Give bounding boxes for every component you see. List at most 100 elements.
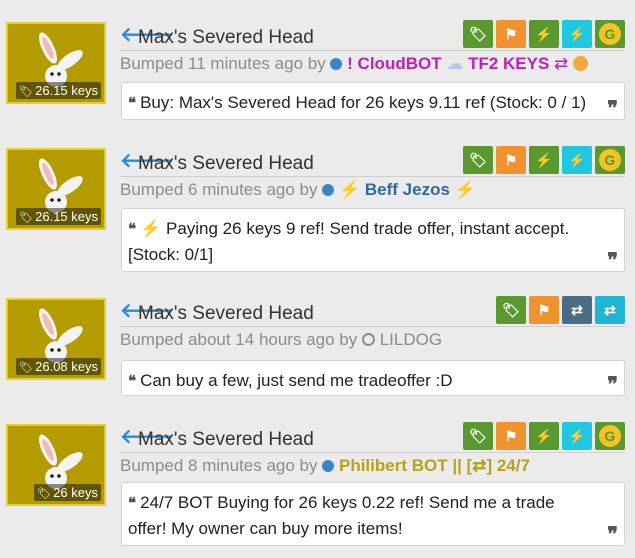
- quote-close-icon: ❞: [607, 98, 618, 120]
- g-button[interactable]: G: [595, 20, 625, 48]
- bolt-button[interactable]: ⚡: [562, 146, 592, 174]
- tag-icon: 🏷: [469, 151, 487, 168]
- g-button[interactable]: G: [595, 146, 625, 174]
- coin-icon: [573, 56, 589, 71]
- tag-icon: 🏷: [19, 86, 34, 98]
- message-box: ❝ Can buy a few, just send me tradeoffer …: [121, 360, 625, 396]
- flag-icon: ⚑: [504, 427, 518, 444]
- bolt-icon: ⚡: [568, 25, 586, 42]
- bolt-icon: ⚡: [535, 151, 553, 168]
- message-box: ❝ Buy: Max's Severed Head for 26 keys 9.1…: [121, 82, 625, 120]
- status-dot-icon: [322, 460, 335, 472]
- tag-icon: 🏷: [37, 488, 52, 500]
- message-text: 24/7 BOT Buying for 26 keys 0.22 ref! Se…: [128, 493, 555, 538]
- bump-text: Bumped 6 minutes ago by: [120, 180, 318, 199]
- bump-text: Bumped 8 minutes ago by: [120, 456, 318, 475]
- bolt-icon: ⚡: [535, 427, 553, 444]
- item-name[interactable]: Max's Severed Head: [138, 429, 314, 451]
- g-button[interactable]: G: [595, 422, 625, 450]
- quote-open-icon: ❝: [128, 221, 137, 238]
- status-dot-icon: [330, 58, 343, 70]
- tag-icon: 🏷: [19, 362, 34, 374]
- username[interactable]: ! CloudBOT: [347, 54, 441, 73]
- title-row: 🡐 Max's Severed Head 🏷 ⚑ ⇄ ⇄: [120, 296, 625, 327]
- username[interactable]: Philibert BOT || [⇄] 24/7: [339, 456, 530, 475]
- price-tag: 🏷 26.15 keys: [16, 82, 101, 99]
- username[interactable]: Beff Jezos: [365, 180, 450, 199]
- quote-open-icon: ❝: [128, 495, 137, 512]
- swap-button[interactable]: ⇄: [562, 296, 592, 324]
- username[interactable]: LILDOG: [380, 330, 442, 349]
- bolt-icon: ⚡: [454, 180, 476, 199]
- item-name[interactable]: Max's Severed Head: [138, 303, 314, 325]
- tag-icon: 🏷: [469, 25, 487, 42]
- message-box: ❝ 24/7 BOT Buying for 26 keys 0.22 ref! S…: [121, 482, 625, 546]
- item-icon[interactable]: 🏷 26.08 keys: [6, 298, 106, 380]
- username-suffix[interactable]: TF2 KEYS: [468, 54, 549, 73]
- item-name[interactable]: Max's Severed Head: [138, 153, 314, 175]
- tag-icon: 🏷: [502, 301, 520, 318]
- tag-button[interactable]: 🏷: [463, 422, 493, 450]
- price-tag: 🏷 26.15 keys: [16, 208, 101, 225]
- bolt-icon: ⚡: [338, 180, 361, 199]
- price-value: 26.08 keys: [35, 359, 98, 374]
- message-text: Buy: Max's Severed Head for 26 keys 9.11…: [140, 93, 587, 112]
- bolt-button[interactable]: ⚡: [529, 146, 559, 174]
- bump-text: Bumped about 14 hours ago by: [120, 330, 358, 349]
- flag-button[interactable]: ⚑: [529, 296, 559, 324]
- flag-button[interactable]: ⚑: [496, 146, 526, 174]
- title-row: 🡐 Max's Severed Head 🏷 ⚑ ⚡ ⚡ G: [120, 422, 625, 453]
- bump-row: Bumped 8 minutes ago by Philibert BOT ||…: [120, 456, 530, 476]
- item-name[interactable]: Max's Severed Head: [138, 27, 314, 49]
- tag-button[interactable]: 🏷: [463, 146, 493, 174]
- action-buttons: 🏷 ⚑ ⇄ ⇄: [496, 296, 625, 324]
- item-icon[interactable]: 🏷 26 keys: [6, 424, 106, 506]
- status-dot-icon: [322, 184, 335, 196]
- price-tag: 🏷 26 keys: [34, 484, 101, 501]
- price-tag: 🏷 26.08 keys: [16, 358, 101, 375]
- bolt-button[interactable]: ⚡: [562, 422, 592, 450]
- price-value: 26.15 keys: [35, 209, 98, 224]
- swap-icon: ⇄: [604, 301, 616, 318]
- bolt-button[interactable]: ⚡: [529, 20, 559, 48]
- flag-button[interactable]: ⚑: [496, 20, 526, 48]
- flag-icon: ⚑: [504, 25, 518, 42]
- flag-button[interactable]: ⚑: [496, 422, 526, 450]
- quote-close-icon: ❞: [607, 524, 618, 546]
- action-buttons: 🏷 ⚑ ⚡ ⚡ G: [463, 20, 625, 48]
- price-value: 26.15 keys: [35, 83, 98, 98]
- swap-button[interactable]: ⇄: [595, 296, 625, 324]
- g-icon: G: [599, 23, 621, 45]
- g-icon: G: [599, 149, 621, 171]
- title-row: 🡐 Max's Severed Head 🏷 ⚑ ⚡ ⚡ G: [120, 146, 625, 177]
- item-icon[interactable]: 🏷 26.15 keys: [6, 22, 106, 104]
- cloud-icon: ☁: [446, 54, 464, 73]
- tag-button[interactable]: 🏷: [463, 20, 493, 48]
- flag-icon: ⚑: [504, 151, 518, 168]
- action-buttons: 🏷 ⚑ ⚡ ⚡ G: [463, 146, 625, 174]
- bolt-icon: ⚡: [140, 219, 162, 238]
- tag-button[interactable]: 🏷: [496, 296, 526, 324]
- bolt-icon: ⚡: [568, 151, 586, 168]
- title-row: 🡐 Max's Severed Head 🏷 ⚑ ⚡ ⚡ G: [120, 20, 625, 51]
- price-value: 26 keys: [53, 485, 98, 500]
- tag-icon: 🏷: [19, 212, 34, 224]
- status-dot-icon: [361, 333, 375, 346]
- quote-close-icon: ❞: [607, 250, 618, 272]
- bump-row: Bumped 11 minutes ago by ! CloudBOT ☁ TF…: [120, 54, 589, 74]
- bolt-button[interactable]: ⚡: [529, 422, 559, 450]
- bolt-icon: ⚡: [568, 427, 586, 444]
- item-icon[interactable]: 🏷 26.15 keys: [6, 148, 106, 230]
- bump-row: Bumped about 14 hours ago by LILDOG: [120, 330, 442, 350]
- swap-icon: ⇄: [554, 54, 569, 73]
- quote-close-icon: ❞: [607, 374, 618, 396]
- flag-icon: ⚑: [537, 301, 551, 318]
- bolt-button[interactable]: ⚡: [562, 20, 592, 48]
- quote-open-icon: ❝: [128, 373, 137, 390]
- message-text: Can buy a few, just send me tradeoffer :…: [140, 371, 453, 390]
- bump-text: Bumped 11 minutes ago by: [120, 54, 326, 73]
- quote-open-icon: ❝: [128, 95, 137, 112]
- g-icon: G: [599, 425, 621, 447]
- bolt-icon: ⚡: [535, 25, 553, 42]
- message-box: ❝ ⚡ Paying 26 keys 9 ref! Send trade offe…: [121, 208, 625, 272]
